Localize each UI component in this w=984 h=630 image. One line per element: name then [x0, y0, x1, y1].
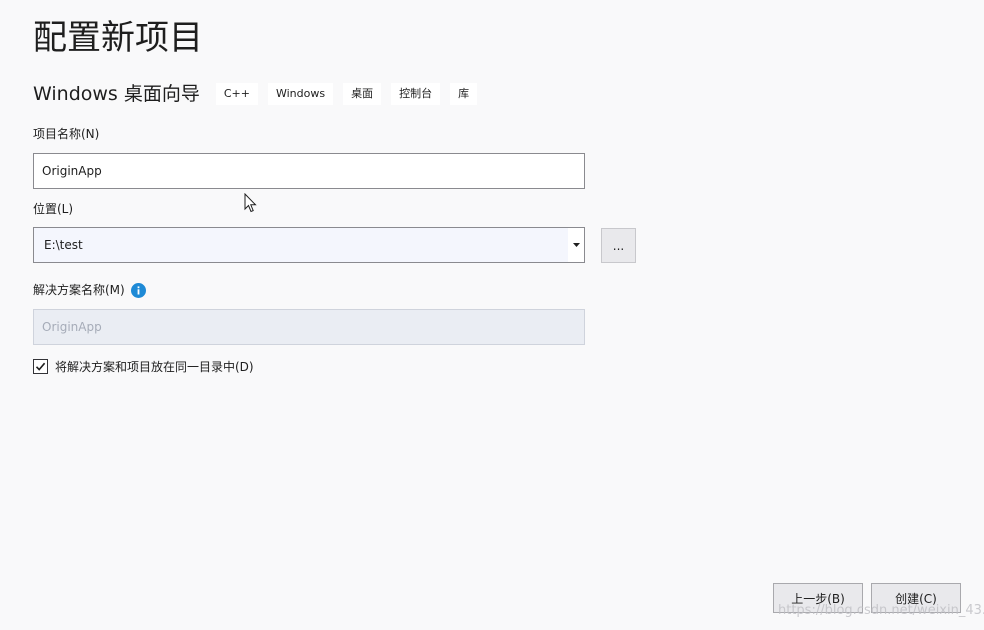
solution-name-input [33, 309, 585, 345]
same-directory-checkbox[interactable] [33, 358, 48, 374]
location-value[interactable]: E:\test [34, 238, 568, 252]
checkmark-icon [35, 362, 46, 371]
mouse-cursor-icon [244, 193, 257, 213]
same-directory-label[interactable]: 将解决方案和项目放在同一目录中(D) [55, 358, 254, 375]
template-name: Windows 桌面向导 [33, 83, 200, 105]
location-combobox[interactable]: E:\test [33, 227, 585, 263]
template-header: Windows 桌面向导 C++ Windows 桌面 控制台 库 [33, 82, 487, 106]
browse-button[interactable]: ... [601, 228, 636, 263]
project-name-label: 项目名称(N) [33, 127, 100, 141]
solution-name-label: 解决方案名称(M) [33, 283, 125, 297]
same-directory-checkbox-row[interactable]: 将解决方案和项目放在同一目录中(D) [33, 357, 254, 375]
tag-windows: Windows [267, 83, 334, 105]
project-name-input[interactable] [33, 153, 585, 189]
page-title: 配置新项目 [33, 18, 203, 58]
tag-console: 控制台 [391, 83, 441, 105]
chevron-down-icon[interactable] [568, 228, 584, 262]
info-icon[interactable] [131, 283, 146, 298]
tag-cpp: C++ [215, 83, 258, 105]
watermark: https://blog.csdn.net/weixin_43... [778, 603, 984, 618]
tag-desktop: 桌面 [343, 83, 382, 105]
location-label: 位置(L) [33, 202, 74, 216]
tag-library: 库 [450, 83, 478, 105]
